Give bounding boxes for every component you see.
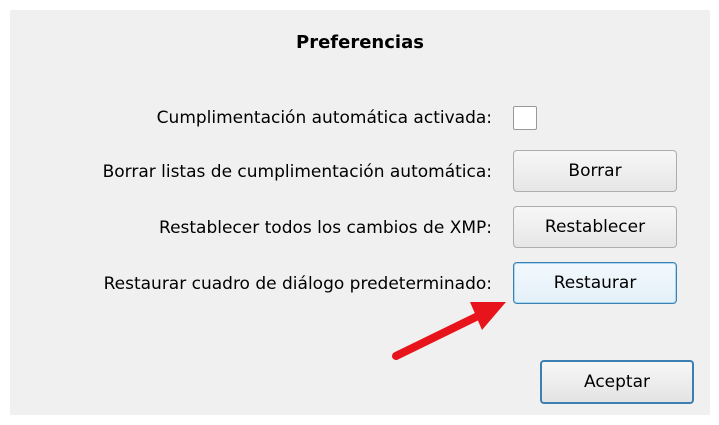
autocomplete-enabled-label: Cumplimentación automática activada: — [156, 108, 492, 128]
clear-button[interactable]: Borrar — [513, 150, 677, 192]
dialog-title: Preferencias — [296, 32, 424, 53]
restore-dialog-label: Restaurar cuadro de diálogo predetermina… — [103, 274, 492, 294]
autocomplete-enabled-checkbox[interactable] — [513, 106, 537, 130]
reset-xmp-label: Restablecer todos los cambios de XMP: — [159, 218, 492, 238]
preferences-dialog: Preferencias Cumplimentación automática … — [10, 10, 710, 415]
clear-autocomplete-label: Borrar listas de cumplimentación automát… — [102, 162, 492, 182]
accept-button[interactable]: Aceptar — [540, 360, 694, 404]
reset-button[interactable]: Restablecer — [513, 206, 677, 248]
restore-button[interactable]: Restaurar — [513, 262, 677, 304]
